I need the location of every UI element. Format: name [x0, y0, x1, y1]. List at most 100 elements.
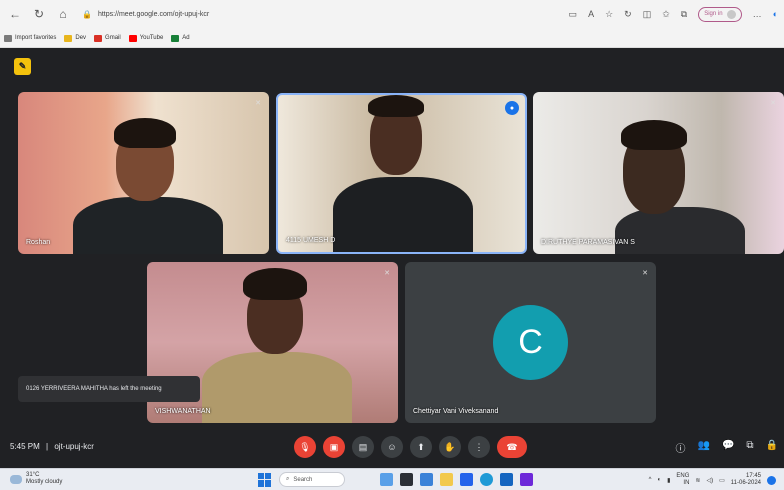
tray-app-icon[interactable]: ◐	[657, 477, 661, 483]
side-panel-controls: ⓘ 👥 💬 ⧉ 🔒	[676, 440, 779, 455]
mic-off-icon: ✕	[770, 100, 776, 107]
captions-icon: ▤	[358, 441, 368, 452]
present-button[interactable]: ⬆	[410, 436, 432, 458]
power-icon[interactable]: ▭	[719, 477, 725, 484]
back-arrow-icon[interactable]: ←	[6, 5, 24, 23]
folder-icon	[4, 34, 12, 42]
bookmark-dev[interactable]: Dev	[64, 34, 86, 42]
participant-hair	[114, 118, 176, 148]
activities-icon[interactable]: ⧉	[746, 440, 753, 455]
reload-icon[interactable]: ↻	[30, 5, 48, 23]
bookmarks-bar: Import favorites Dev Gmail YouTube Ad	[0, 29, 784, 47]
participant-name: Chettiyar Vani Viveksanand	[413, 408, 499, 415]
wifi-icon[interactable]: ≋	[695, 477, 700, 484]
participant-body	[333, 177, 473, 252]
vscode-icon[interactable]	[500, 473, 513, 486]
participant-tile[interactable]: C ✕ Chettiyar Vani Viveksanand	[405, 262, 656, 423]
weather-widget[interactable]: 31°C Mostly cloudy	[10, 472, 62, 486]
participant-tile-active[interactable]: ● 4115 UMESH D	[276, 93, 527, 254]
chat-icon[interactable]: 💬	[722, 440, 734, 455]
meeting-time: 5:45 PM	[10, 442, 40, 451]
present-icon: ⬆	[417, 441, 425, 452]
mic-off-icon: ✕	[642, 270, 648, 277]
mic-off-icon: ✕	[255, 100, 261, 107]
browser-toolbar-icons: ▭ A ☆ ↻ ◫ ✩ ⧉ Sign in … ◐	[569, 5, 778, 23]
meeting-code: ojt-upuj-kcr	[54, 442, 94, 451]
lock-icon: 🔒	[82, 9, 92, 19]
participant-tile[interactable]: ✕ Roshan	[18, 92, 269, 254]
collections-icon[interactable]: ⧉	[681, 9, 687, 20]
bookmark-gmail[interactable]: Gmail	[94, 34, 121, 42]
call-controls: 🎙 ▣ ▤ ☺ ⬆ ✋ ⋮ ☎	[294, 436, 527, 458]
participant-body	[202, 352, 352, 423]
clock[interactable]: 17:45 11-06-2024	[731, 473, 761, 487]
browser-toolbar: ← ↻ ⌂ 🔒 https://meet.google.com/ojt-upuj…	[0, 0, 784, 28]
camera-off-icon: ▣	[329, 441, 339, 452]
browser-chrome: ← ↻ ⌂ 🔒 https://meet.google.com/ojt-upuj…	[0, 0, 784, 48]
speaking-indicator-icon: ●	[505, 101, 519, 115]
reader-mode-icon[interactable]: ▭	[569, 9, 578, 20]
more-menu-icon[interactable]: …	[753, 9, 762, 19]
refresh-icon[interactable]: ↻	[624, 9, 632, 20]
end-call-icon: ☎	[506, 441, 518, 452]
participant-name: DIRUTHYE PARAMASIVAN S	[541, 239, 635, 246]
chevron-up-icon[interactable]: ^	[649, 477, 652, 483]
taskbar-apps: ⌕ Search	[258, 472, 533, 487]
more-options-button[interactable]: ⋮	[468, 436, 490, 458]
participant-avatar: C	[493, 305, 568, 380]
chat-app-icon[interactable]	[420, 473, 433, 486]
os-taskbar: 31°C Mostly cloudy ⌕ Search ^ ◐ ▮ ENG IN…	[0, 468, 784, 490]
host-controls-icon[interactable]: 🔒	[766, 440, 778, 455]
address-bar[interactable]: 🔒 https://meet.google.com/ojt-upuj-kcr	[82, 6, 522, 22]
leave-call-button[interactable]: ☎	[497, 436, 527, 458]
favorites-icon[interactable]: ✩	[662, 9, 670, 20]
bookmark-ad[interactable]: Ad	[171, 34, 190, 42]
search-icon: ⌕	[286, 476, 290, 482]
language-indicator[interactable]: ENG IN	[676, 473, 689, 487]
bookmark-icon	[171, 34, 180, 42]
app-icon[interactable]	[520, 473, 533, 486]
mic-off-icon: 🎙	[299, 441, 311, 452]
bookmark-youtube[interactable]: YouTube	[128, 34, 163, 42]
participant-body	[615, 207, 745, 254]
camera-toggle-button[interactable]: ▣	[323, 436, 345, 458]
volume-icon[interactable]: ◁)	[706, 477, 713, 484]
translate-icon[interactable]: A	[588, 9, 594, 19]
info-icon[interactable]: ⓘ	[676, 440, 686, 455]
people-icon[interactable]: 👥	[698, 440, 710, 455]
captions-button[interactable]: ▤	[352, 436, 374, 458]
folder-icon	[64, 34, 73, 42]
meeting-badge-icon[interactable]: ✎	[14, 58, 31, 75]
notification-toast: 0126 YERRIVEERA MAHITHA has left the mee…	[18, 376, 200, 402]
battery-icon[interactable]: ▮	[667, 477, 670, 484]
favorite-star-icon[interactable]: ☆	[605, 9, 613, 20]
taskbar-search[interactable]: ⌕ Search	[279, 472, 345, 487]
bookmark-import[interactable]: Import favorites	[4, 34, 56, 42]
raise-hand-button[interactable]: ✋	[439, 436, 461, 458]
more-vert-icon: ⋮	[474, 441, 484, 452]
reactions-button[interactable]: ☺	[381, 436, 403, 458]
participant-body	[73, 197, 223, 254]
home-icon[interactable]: ⌂	[54, 5, 72, 23]
split-screen-icon[interactable]: ◫	[643, 9, 652, 20]
cloud-icon	[10, 474, 22, 484]
notification-icon[interactable]	[767, 475, 776, 485]
participant-hair	[368, 95, 424, 117]
participant-tile[interactable]: ✕ DIRUTHYE PARAMASIVAN S	[533, 92, 784, 254]
edge-browser-icon[interactable]	[480, 473, 493, 486]
windows-start-icon[interactable]	[258, 472, 272, 487]
file-explorer-icon[interactable]	[400, 473, 413, 486]
copilot-icon[interactable]: ◐	[773, 9, 778, 19]
store-icon[interactable]	[460, 473, 473, 486]
signin-button[interactable]: Sign in	[698, 6, 742, 22]
files-folder-icon[interactable]	[440, 473, 453, 486]
meet-control-bar: 5:45 PM | ojt-upuj-kcr 🎙 ▣ ▤ ☺ ⬆ ✋ ⋮ ☎ ⓘ…	[0, 428, 784, 468]
youtube-icon	[128, 34, 137, 42]
meeting-details: 5:45 PM | ojt-upuj-kcr	[10, 442, 94, 451]
copilot-app-icon[interactable]	[380, 473, 393, 486]
mic-toggle-button[interactable]: 🎙	[294, 436, 316, 458]
profile-avatar-icon	[726, 9, 736, 19]
meet-stage: ✎ ✕ Roshan ● 4115 UMESH D ✕ DIRUTHYE PAR…	[0, 48, 784, 468]
participant-name: Roshan	[26, 239, 51, 246]
participant-hair	[243, 268, 307, 300]
